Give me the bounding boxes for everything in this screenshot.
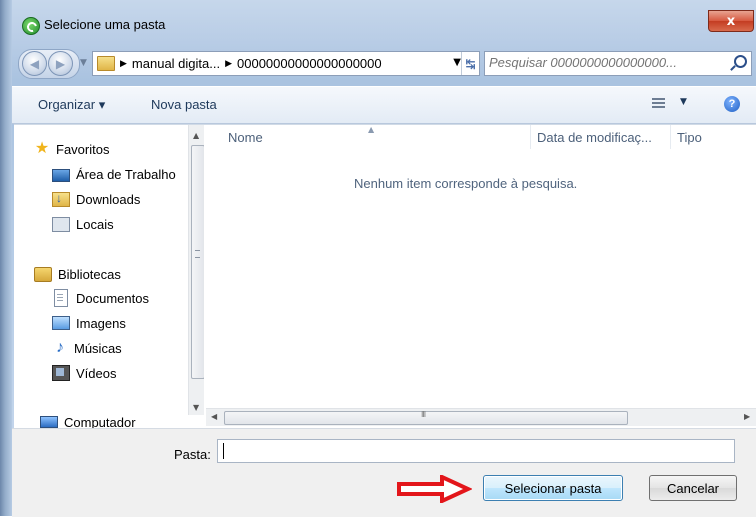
scrollbar-thumb[interactable] bbox=[224, 410, 628, 425]
view-options-icon[interactable] bbox=[652, 98, 665, 110]
nav-item-label: Locais bbox=[76, 216, 114, 232]
breadcrumb-item[interactable]: manual digita... bbox=[132, 56, 220, 71]
document-icon bbox=[54, 289, 68, 307]
column-header-date[interactable]: Data de modificaç... bbox=[530, 125, 667, 149]
column-header-type[interactable]: Tipo bbox=[670, 125, 756, 149]
scroll-left-icon[interactable]: ◀ bbox=[211, 412, 217, 421]
places-icon bbox=[52, 216, 70, 232]
command-bar: Organizar ▾ Nova pasta ▼ ? bbox=[12, 86, 756, 124]
arrow-left-icon: ◀ bbox=[29, 56, 40, 71]
scroll-up-icon[interactable]: ▲ bbox=[193, 131, 199, 140]
video-icon bbox=[52, 365, 70, 381]
back-button[interactable]: ◀ bbox=[22, 51, 47, 76]
nav-item-computador[interactable]: Computador bbox=[40, 411, 136, 429]
search-input[interactable] bbox=[489, 54, 719, 71]
nav-item-desktop[interactable]: Área de Trabalho bbox=[52, 163, 176, 185]
library-icon bbox=[34, 266, 52, 282]
close-button[interactable]: x bbox=[708, 10, 754, 32]
search-icon[interactable] bbox=[734, 55, 747, 68]
refresh-icon: ↹ bbox=[465, 56, 476, 71]
nav-item-downloads[interactable]: Downloads bbox=[52, 188, 140, 210]
nav-item-label: Favoritos bbox=[56, 141, 110, 157]
nav-item-label: Documentos bbox=[76, 290, 149, 306]
computer-icon bbox=[40, 416, 58, 428]
nav-item-locais[interactable]: Locais bbox=[52, 213, 114, 235]
scroll-right-icon[interactable]: ▶ bbox=[744, 412, 750, 421]
nav-item-bibliotecas[interactable]: Bibliotecas bbox=[34, 263, 121, 285]
text-caret bbox=[223, 443, 224, 459]
music-icon: ♪ bbox=[56, 339, 64, 356]
nav-item-imagens[interactable]: Imagens bbox=[52, 312, 126, 334]
new-folder-button[interactable]: Nova pasta bbox=[151, 97, 217, 112]
view-dropdown-icon[interactable]: ▼ bbox=[680, 97, 687, 107]
breadcrumb-separator-icon[interactable]: ▶ bbox=[225, 59, 232, 69]
image-icon bbox=[52, 316, 70, 330]
desktop-icon bbox=[52, 168, 70, 182]
window-edge bbox=[0, 0, 12, 516]
file-list-horizontal-scrollbar[interactable]: ◀ ▶ bbox=[206, 408, 756, 426]
address-dropdown-icon[interactable]: ▼ bbox=[453, 57, 461, 68]
star-icon: ★ bbox=[34, 140, 50, 157]
nav-item-musicas[interactable]: ♪ Músicas bbox=[52, 337, 122, 359]
recent-locations-dropdown[interactable]: ▼ bbox=[80, 58, 87, 68]
arrow-right-icon: ▶ bbox=[55, 56, 66, 71]
nav-item-documentos[interactable]: Documentos bbox=[52, 287, 149, 309]
window-title: Selecione uma pasta bbox=[44, 17, 166, 32]
dialog-footer: Pasta: Selecionar pasta Cancelar bbox=[12, 428, 756, 517]
help-icon[interactable]: ? bbox=[724, 96, 740, 112]
refresh-button[interactable]: ↹ bbox=[461, 52, 479, 75]
folder-icon bbox=[97, 56, 115, 71]
nav-item-label: Músicas bbox=[74, 340, 122, 356]
nav-item-label: Imagens bbox=[76, 315, 126, 331]
downloads-icon bbox=[52, 191, 70, 207]
nav-item-label: Área de Trabalho bbox=[76, 166, 176, 182]
annotation-arrow-icon bbox=[397, 475, 472, 503]
organize-menu-button[interactable]: Organizar ▾ bbox=[38, 97, 105, 113]
main-pane: ★ Favoritos Área de Trabalho Downloads L… bbox=[14, 124, 756, 429]
nav-item-label: Computador bbox=[64, 414, 136, 430]
empty-message: Nenhum item corresponde à pesquisa. bbox=[354, 176, 578, 191]
nav-item-videos[interactable]: Vídeos bbox=[52, 362, 116, 384]
nav-pane-scrollbar[interactable]: ▲ ▼ bbox=[188, 125, 204, 415]
breadcrumb-separator-icon[interactable]: ▶ bbox=[120, 59, 127, 69]
close-icon: x bbox=[726, 13, 736, 29]
address-bar[interactable]: ▶ manual digita... ▶ 0000000000000000000… bbox=[92, 51, 480, 76]
search-box[interactable] bbox=[484, 51, 752, 76]
app-icon bbox=[22, 17, 40, 35]
select-folder-button[interactable]: Selecionar pasta bbox=[483, 475, 623, 501]
scroll-down-icon[interactable]: ▼ bbox=[193, 403, 199, 412]
folder-name-input[interactable] bbox=[217, 439, 735, 463]
navigation-bar: ◀ ▶ ▼ ▶ manual digita... ▶ 0000000000000… bbox=[12, 48, 756, 79]
file-list: ▲ Nome Data de modificaç... Tipo Nenhum … bbox=[206, 125, 756, 429]
cancel-button[interactable]: Cancelar bbox=[649, 475, 737, 501]
navigation-pane: ★ Favoritos Área de Trabalho Downloads L… bbox=[14, 125, 204, 429]
nav-item-label: Vídeos bbox=[76, 365, 117, 381]
title-bar: Selecione uma pasta x bbox=[12, 10, 756, 46]
forward-button[interactable]: ▶ bbox=[48, 51, 73, 76]
folder-label: Pasta: bbox=[174, 447, 211, 462]
nav-item-label: Bibliotecas bbox=[58, 266, 121, 282]
nav-item-favoritos[interactable]: ★ Favoritos bbox=[34, 138, 110, 160]
breadcrumb-item[interactable]: 00000000000000000000 bbox=[237, 56, 382, 71]
scrollbar-thumb[interactable] bbox=[191, 145, 204, 379]
nav-item-label: Downloads bbox=[76, 191, 141, 207]
column-header-name[interactable]: Nome bbox=[228, 125, 528, 149]
